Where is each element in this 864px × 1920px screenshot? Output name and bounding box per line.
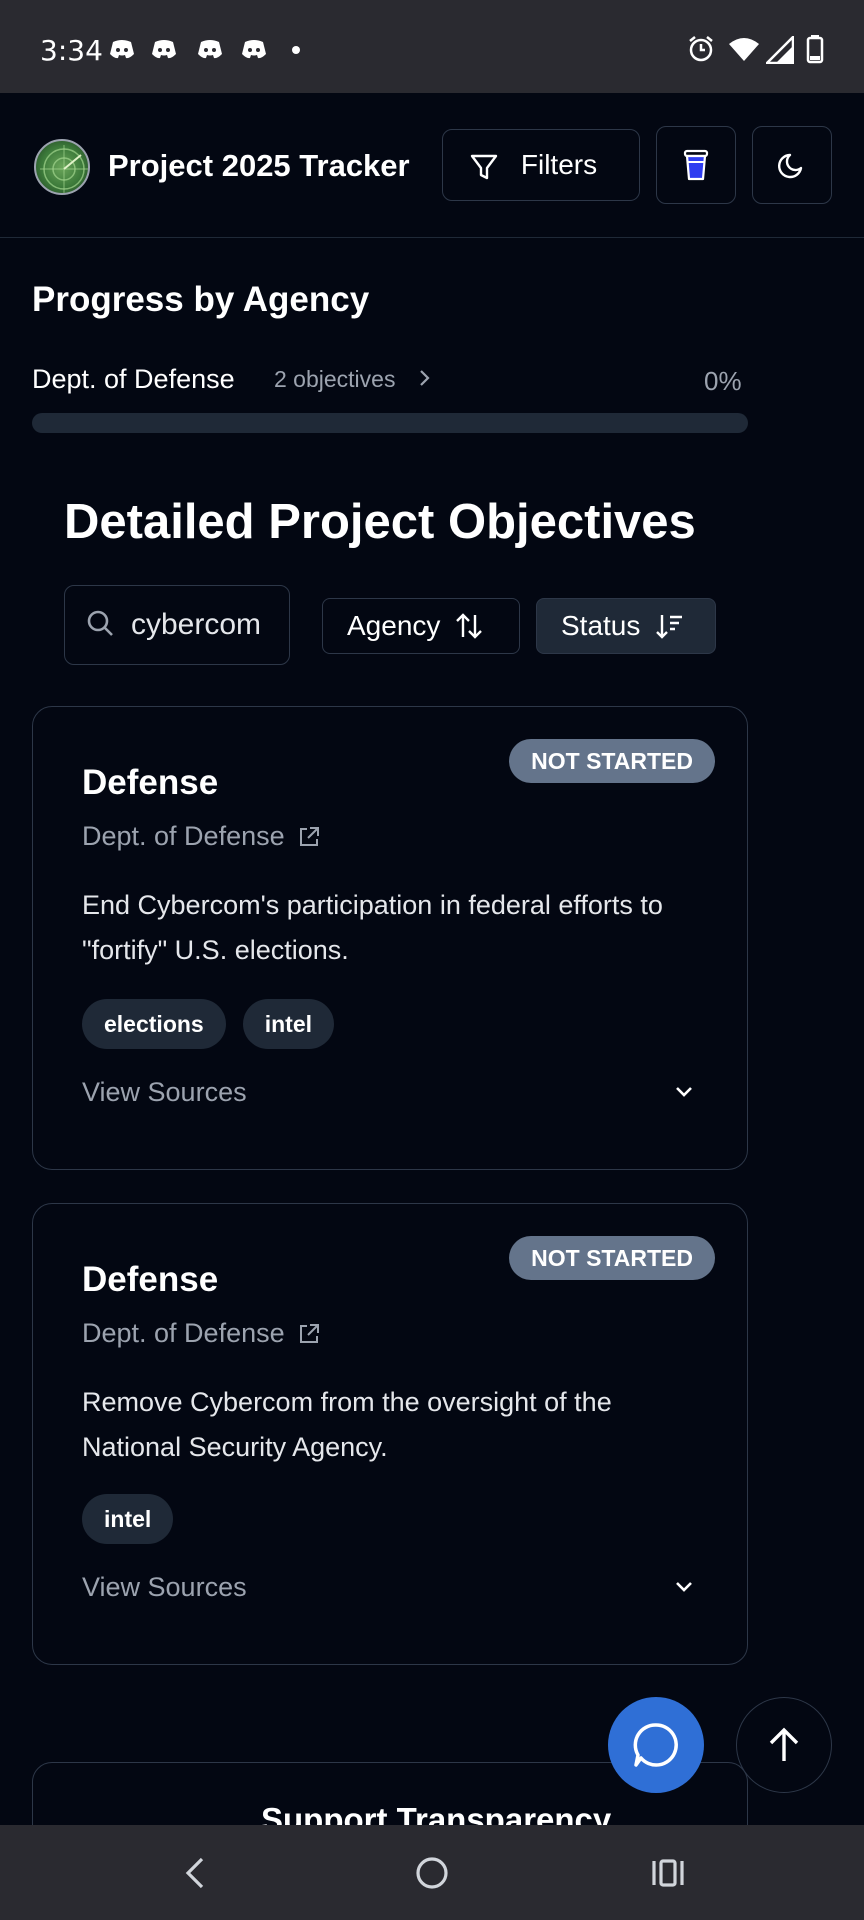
arrow-up-icon bbox=[769, 1727, 799, 1761]
home-icon[interactable] bbox=[414, 1853, 450, 1893]
app-header: Project 2025 Tracker Filters bbox=[0, 93, 864, 238]
tag[interactable]: intel bbox=[242, 999, 334, 1049]
objective-title: Defense bbox=[82, 763, 219, 802]
chevron-right-icon[interactable] bbox=[418, 366, 432, 390]
agency-progress-percent: 0% bbox=[704, 366, 742, 396]
search-icon bbox=[87, 610, 113, 636]
status-badge: NOT STARTED bbox=[509, 739, 715, 783]
chat-bubble-icon bbox=[633, 1723, 678, 1767]
discord-icon bbox=[242, 40, 266, 59]
sort-status-label: Status bbox=[561, 610, 641, 641]
alarm-icon bbox=[689, 36, 713, 62]
objective-agency-link[interactable]: Dept. of Defense bbox=[82, 821, 321, 852]
sort-status-button[interactable]: Status bbox=[536, 598, 716, 654]
sort-agency-button[interactable]: Agency bbox=[322, 598, 520, 654]
sort-descending-icon bbox=[656, 615, 683, 639]
moon-icon bbox=[778, 153, 803, 179]
view-sources-toggle[interactable]: View Sources bbox=[82, 1077, 247, 1108]
view-sources-toggle[interactable]: View Sources bbox=[82, 1572, 247, 1603]
recent-apps-icon[interactable] bbox=[650, 1853, 686, 1893]
status-time: 3:34 bbox=[40, 34, 103, 67]
wifi-icon bbox=[729, 38, 759, 61]
agency-progress-bar bbox=[32, 413, 748, 433]
discord-icon bbox=[110, 40, 134, 59]
status-bar: 3:34 bbox=[0, 0, 864, 93]
back-icon[interactable] bbox=[180, 1853, 210, 1893]
signal-icon bbox=[766, 36, 794, 64]
system-nav-bar bbox=[0, 1825, 864, 1920]
objective-card: NOT STARTED Defense Dept. of Defense End… bbox=[32, 706, 748, 1170]
chevron-down-icon[interactable] bbox=[671, 1574, 697, 1600]
chevron-down-icon[interactable] bbox=[671, 1079, 697, 1105]
agency-progress-name[interactable]: Dept. of Defense bbox=[32, 364, 235, 395]
objective-title: Defense bbox=[82, 1260, 219, 1299]
tag-list: elections intel bbox=[82, 999, 334, 1049]
search-input[interactable] bbox=[131, 586, 289, 664]
filter-icon bbox=[470, 154, 498, 180]
discord-icon bbox=[152, 40, 176, 59]
filters-label: Filters bbox=[520, 149, 598, 180]
external-link-icon bbox=[299, 826, 319, 846]
objective-description: Remove Cybercom from the oversight of th… bbox=[82, 1387, 612, 1462]
status-badge: NOT STARTED bbox=[509, 1236, 715, 1280]
agency-objective-count[interactable]: 2 objectives bbox=[274, 366, 395, 393]
progress-section-title: Progress by Agency bbox=[32, 280, 370, 319]
app-title[interactable]: Project 2025 Tracker bbox=[108, 148, 410, 184]
external-link-icon bbox=[299, 1323, 319, 1343]
scroll-to-top-button[interactable] bbox=[736, 1697, 832, 1793]
objective-description: End Cybercom's participation in federal … bbox=[82, 890, 663, 965]
objective-agency-link[interactable]: Dept. of Defense bbox=[82, 1318, 321, 1349]
donate-cup-button[interactable] bbox=[656, 126, 736, 204]
sort-agency-label: Agency bbox=[347, 610, 441, 641]
more-notifications-dot bbox=[292, 46, 300, 54]
discord-icon bbox=[198, 40, 222, 59]
objective-card: NOT STARTED Defense Dept. of Defense Rem… bbox=[32, 1203, 748, 1665]
battery-icon bbox=[806, 35, 824, 64]
search-box[interactable] bbox=[64, 585, 290, 665]
coffee-cup-icon bbox=[683, 149, 709, 181]
chat-button[interactable] bbox=[608, 1697, 704, 1793]
objectives-title: Detailed Project Objectives bbox=[64, 495, 696, 549]
sort-arrows-icon bbox=[456, 613, 483, 639]
filters-button[interactable]: Filters bbox=[442, 129, 640, 201]
tag[interactable]: elections bbox=[82, 999, 226, 1049]
objective-agency: Dept. of Defense bbox=[82, 821, 285, 851]
objective-agency: Dept. of Defense bbox=[82, 1318, 285, 1348]
radar-logo-icon[interactable] bbox=[34, 139, 90, 195]
tag-list: intel bbox=[82, 1494, 174, 1544]
theme-toggle-button[interactable] bbox=[752, 126, 832, 204]
tag[interactable]: intel bbox=[82, 1494, 174, 1544]
